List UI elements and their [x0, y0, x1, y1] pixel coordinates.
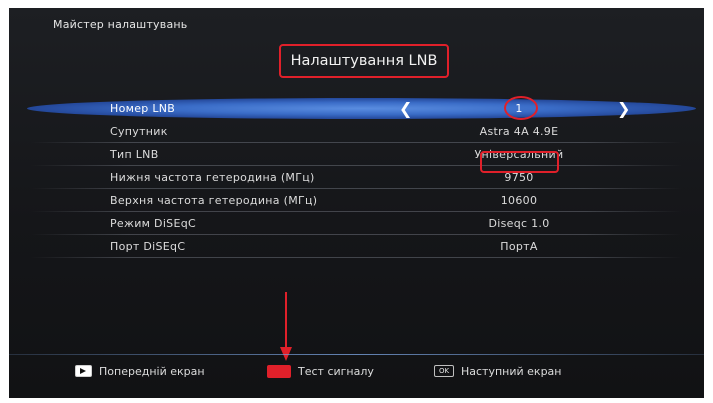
- annotation-port-box: [480, 151, 559, 173]
- settings-list: Номер LNB ❮ 1 ❯ Супутник Astra 4A 4.9E Т…: [9, 96, 704, 258]
- signal-test-button[interactable]: Тест сигналу: [267, 364, 374, 380]
- ok-key-icon: OK: [434, 365, 454, 377]
- exit-key-icon: [75, 365, 92, 377]
- setting-value: 10600: [500, 194, 538, 207]
- tv-screen: Майстер налаштувань Налаштування LNB Ном…: [9, 8, 704, 398]
- setting-label: Тип LNB: [110, 148, 159, 161]
- setting-value: ПортА: [500, 240, 538, 253]
- setting-label: Режим DiSEqC: [110, 217, 196, 230]
- setting-label: Супутник: [110, 125, 168, 138]
- settings-row-lnb-number[interactable]: Номер LNB ❮ 1 ❯: [9, 96, 704, 120]
- next-screen-button[interactable]: OK Наступний екран: [434, 364, 561, 380]
- setting-value: Diseqc 1.0: [488, 217, 550, 230]
- next-screen-label: Наступний екран: [461, 365, 562, 378]
- previous-screen-button[interactable]: Попередній екран: [75, 364, 205, 380]
- setting-label: Нижня частота гетеродина (МГц): [110, 171, 315, 184]
- setting-label: Номер LNB: [110, 102, 176, 115]
- setting-label: Порт DiSEqC: [110, 240, 186, 253]
- footer-divider: [9, 354, 704, 355]
- settings-row-diseqc-port[interactable]: Порт DiSEqC ПортА: [9, 235, 704, 258]
- previous-screen-label: Попередній екран: [99, 365, 205, 378]
- settings-row-diseqc-mode[interactable]: Режим DiSEqC Diseqc 1.0: [9, 212, 704, 235]
- settings-row-low-lof[interactable]: Нижня частота гетеродина (МГц) 9750: [9, 166, 704, 189]
- arrow-right-icon[interactable]: ❯: [617, 97, 630, 120]
- page-title: Налаштування LNB: [279, 44, 449, 78]
- arrow-left-icon[interactable]: ❮: [399, 97, 412, 120]
- signal-test-label: Тест сигналу: [298, 365, 374, 378]
- setting-value: Astra 4A 4.9E: [479, 125, 559, 138]
- settings-row-high-lof[interactable]: Верхня частота гетеродина (МГц) 10600: [9, 189, 704, 212]
- setting-label: Верхня частота гетеродина (МГц): [110, 194, 318, 207]
- settings-row-lnb-type[interactable]: Тип LNB Універсальний: [9, 143, 704, 166]
- annotation-circle: [504, 96, 538, 120]
- annotation-arrow-icon: [280, 292, 292, 361]
- red-key-icon: [267, 364, 291, 378]
- wizard-title: Майстер налаштувань: [53, 18, 188, 31]
- settings-row-satellite[interactable]: Супутник Astra 4A 4.9E: [9, 120, 704, 143]
